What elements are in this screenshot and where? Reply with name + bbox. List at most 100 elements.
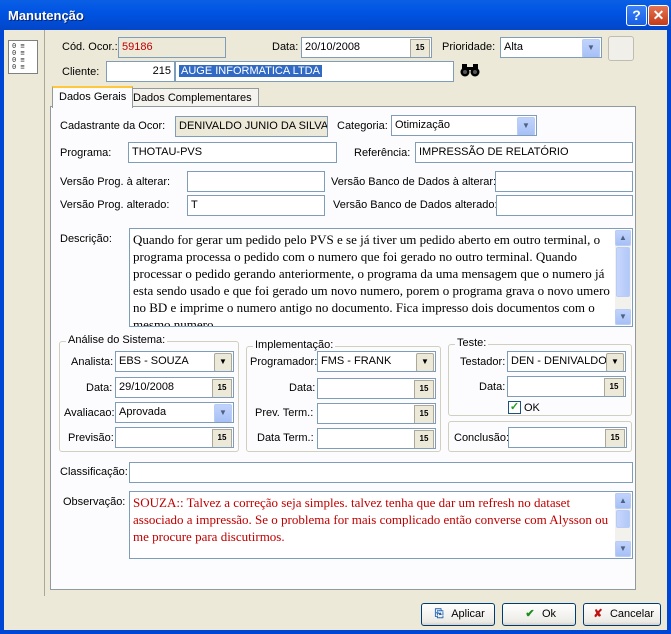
impl-data-field[interactable]: 15 — [317, 378, 436, 399]
chevron-down-icon[interactable]: ▼ — [214, 404, 232, 422]
avaliacao-value: Aprovada — [119, 406, 167, 418]
analise-data-value: 29/10/2008 — [119, 381, 175, 393]
teste-data-field[interactable]: 15 — [507, 376, 626, 397]
versao-alterar-label: Versão Prog. à alterar: — [60, 176, 171, 188]
aplicar-label: Aplicar — [451, 608, 485, 620]
chevron-down-icon[interactable]: ▼ — [517, 117, 535, 135]
aplicar-button[interactable]: ⎘ Aplicar — [421, 603, 495, 626]
versao-bd-alterado-label: Versão Banco de Dados alterado: — [333, 199, 498, 211]
scroll-thumb[interactable] — [616, 510, 630, 528]
versao-bd-alterado-field[interactable] — [496, 195, 633, 216]
close-button[interactable]: ✕ — [648, 5, 669, 26]
analise-data-label: Data: — [86, 382, 113, 394]
prioridade-select[interactable]: Alta ▼ — [500, 37, 602, 58]
cliente-code-field[interactable]: 215 — [106, 61, 175, 82]
ok-button[interactable]: ✔ Ok — [502, 603, 576, 626]
edit-button-disabled[interactable] — [608, 36, 634, 61]
cliente-name-field[interactable]: AUGE INFORMATICA LTDA — [175, 61, 454, 82]
data-field[interactable]: 20/10/2008 15 — [301, 37, 432, 58]
calendar-icon[interactable]: 15 — [414, 405, 434, 423]
left-panel — [4, 30, 45, 596]
testador-select[interactable]: DEN - DENIVALDO ▼ — [507, 351, 626, 372]
scroll-down-icon[interactable]: ▼ — [615, 309, 631, 325]
observacao-label: Observação: — [63, 496, 126, 508]
analista-select[interactable]: EBS - SOUZA ▼ — [115, 351, 234, 372]
scroll-thumb[interactable] — [616, 247, 630, 297]
title-bar — [0, 0, 671, 30]
programador-select[interactable]: FMS - FRANK ▼ — [317, 351, 436, 372]
data-term-field[interactable]: 15 — [317, 428, 436, 449]
classificacao-label: Classificação: — [60, 466, 128, 478]
cancelar-label: Cancelar — [609, 608, 655, 620]
binoculars-icon[interactable] — [458, 62, 482, 80]
implementacao-group-title: Implementação: — [253, 339, 336, 351]
versao-bd-alterar-label: Versão Banco de Dados à alterar: — [331, 176, 497, 188]
tab-dados-gerais[interactable]: Dados Gerais — [52, 86, 134, 108]
analise-data-field[interactable]: 29/10/2008 15 — [115, 377, 234, 398]
descricao-label: Descrição: — [60, 233, 112, 245]
calendar-icon[interactable]: 15 — [414, 380, 434, 398]
data-label: Data: — [272, 41, 299, 53]
categoria-value: Otimização — [395, 119, 451, 131]
ok-checkbox-label: OK — [524, 402, 540, 414]
cliente-label: Cliente: — [62, 66, 100, 78]
apply-icon: ⎘ — [434, 608, 444, 620]
calendar-icon[interactable]: 15 — [212, 429, 232, 447]
impl-data-label: Data: — [289, 382, 316, 394]
prioridade-label: Prioridade: — [442, 41, 496, 53]
prioridade-value: Alta — [504, 41, 523, 53]
testador-label: Testador: — [460, 356, 506, 368]
scroll-up-icon[interactable]: ▲ — [615, 493, 631, 509]
prev-term-field[interactable]: 15 — [317, 403, 436, 424]
scroll-down-icon[interactable]: ▼ — [615, 541, 631, 557]
tab-dados-complementares[interactable]: Dados Complementares — [126, 88, 259, 107]
testador-value: DEN - DENIVALDO — [511, 355, 607, 367]
referencia-field[interactable]: IMPRESSÃO DE RELATÓRIO — [415, 142, 633, 163]
calendar-icon[interactable]: 15 — [605, 429, 625, 447]
ok-checkbox[interactable]: ✓ — [508, 401, 521, 414]
calendar-icon[interactable]: 15 — [212, 379, 232, 397]
versao-alterado-field[interactable]: T — [187, 195, 325, 216]
window-frame-bottom — [0, 630, 671, 634]
conclusao-label: Conclusão: — [454, 432, 510, 444]
observacao-scrollbar[interactable]: ▲ ▼ — [615, 493, 631, 557]
analista-label: Analista: — [71, 356, 114, 368]
scroll-up-icon[interactable]: ▲ — [615, 230, 631, 246]
previsao-field[interactable]: 15 — [115, 427, 234, 448]
descricao-scrollbar[interactable]: ▲ ▼ — [615, 230, 631, 325]
descricao-memo[interactable]: Quando for gerar um pedido pelo PVS e se… — [129, 228, 633, 327]
versao-bd-alterar-field[interactable] — [495, 171, 633, 192]
conclusao-field[interactable]: 15 — [508, 427, 627, 448]
calendar-icon[interactable]: 15 — [604, 378, 624, 396]
classificacao-field[interactable] — [129, 462, 633, 483]
data-value: 20/10/2008 — [305, 41, 361, 53]
programa-label: Programa: — [60, 147, 112, 159]
programador-label: Programador: — [250, 356, 318, 368]
cadastrante-field[interactable]: DENIVALDO JUNIO DA SILVA (I — [175, 116, 328, 137]
cod-ocor-label: Cód. Ocor.: — [62, 41, 118, 53]
chevron-down-icon[interactable]: ▼ — [214, 353, 232, 371]
categoria-select[interactable]: Otimização ▼ — [391, 115, 537, 136]
avaliacao-select[interactable]: Aprovada ▼ — [115, 402, 234, 423]
cancelar-button[interactable]: ✘ Cancelar — [583, 603, 661, 626]
observacao-text: SOUZA:: Talvez a correção seja simples. … — [133, 495, 609, 544]
chevron-down-icon[interactable]: ▼ — [416, 353, 434, 371]
descricao-text: Quando for gerar um pedido pelo PVS e se… — [133, 232, 610, 327]
window-frame-right — [667, 30, 671, 634]
prev-term-label: Prev. Term.: — [255, 407, 314, 419]
cod-ocor-field[interactable]: 59186 — [118, 37, 226, 58]
document-icon: 0 ≡ 0 ≡ 0 ≡ 0 ≡ — [8, 40, 38, 74]
analista-value: EBS - SOUZA — [119, 355, 189, 367]
chevron-down-icon[interactable]: ▼ — [606, 353, 624, 371]
versao-alterar-field[interactable] — [187, 171, 325, 192]
help-button[interactable]: ? — [626, 5, 647, 26]
chevron-down-icon[interactable]: ▼ — [582, 39, 600, 57]
cliente-name-value: AUGE INFORMATICA LTDA — [179, 65, 322, 77]
calendar-icon[interactable]: 15 — [414, 430, 434, 448]
teste-data-label: Data: — [479, 381, 506, 393]
calendar-icon[interactable]: 15 — [410, 39, 430, 57]
observacao-memo[interactable]: SOUZA:: Talvez a correção seja simples. … — [129, 491, 633, 559]
ok-label: Ok — [541, 608, 557, 620]
programa-field[interactable]: THOTAU-PVS — [128, 142, 337, 163]
data-term-label: Data Term.: — [257, 432, 314, 444]
